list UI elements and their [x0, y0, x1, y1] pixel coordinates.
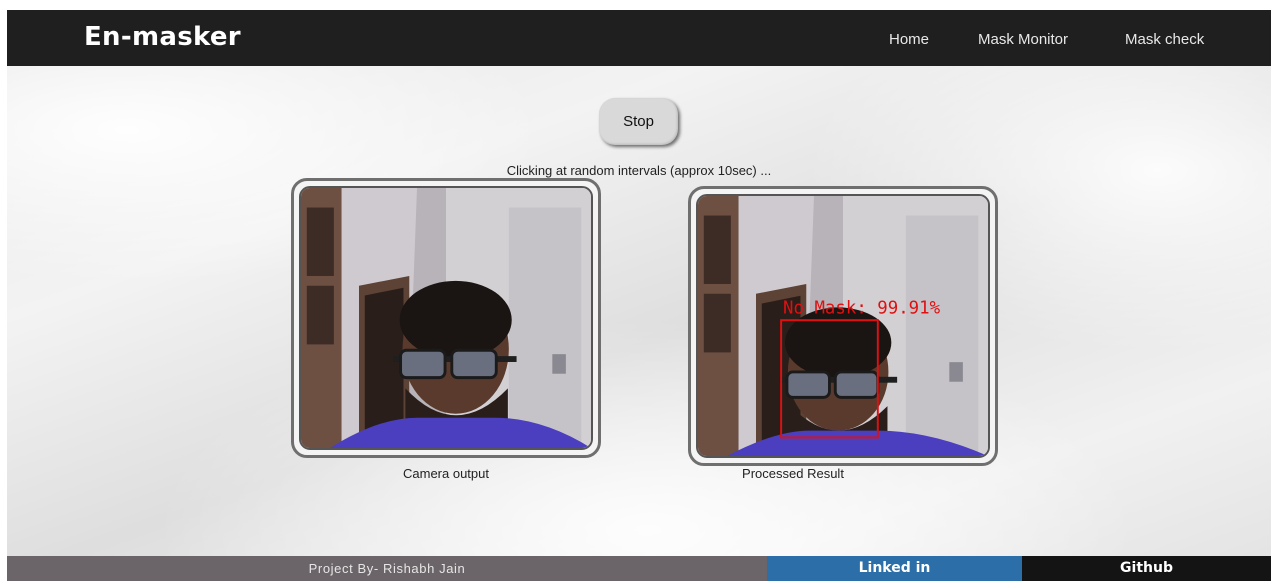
camera-output-caption: Camera output [403, 466, 489, 481]
page-frame: En-masker Home Mask Monitor Mask check S… [7, 10, 1271, 581]
nav-link-home[interactable]: Home [889, 31, 929, 48]
nav-link-mask-monitor[interactable]: Mask Monitor [978, 31, 1068, 48]
processed-frame-illustration: No Mask: 99.91% [698, 196, 988, 456]
github-link[interactable]: Github [1022, 556, 1271, 581]
stop-button[interactable]: Stop [599, 98, 678, 145]
status-text: Clicking at random intervals (approx 10s… [506, 163, 772, 178]
camera-output-image [299, 186, 593, 450]
detection-label: No Mask: 99.91% [783, 298, 940, 318]
nav-link-mask-check[interactable]: Mask check [1125, 31, 1204, 48]
camera-output-panel [291, 178, 601, 458]
processed-result-image: No Mask: 99.91% [696, 194, 990, 458]
footer-credit: Project By- Rishabh Jain [7, 556, 767, 581]
linkedin-link[interactable]: Linked in [767, 556, 1022, 581]
processed-result-panel: No Mask: 99.91% [688, 186, 998, 466]
brand-logo[interactable]: En-masker [84, 22, 241, 52]
navbar: En-masker Home Mask Monitor Mask check [7, 10, 1271, 66]
processed-result-caption: Processed Result [742, 466, 844, 481]
camera-frame-illustration [301, 188, 591, 448]
